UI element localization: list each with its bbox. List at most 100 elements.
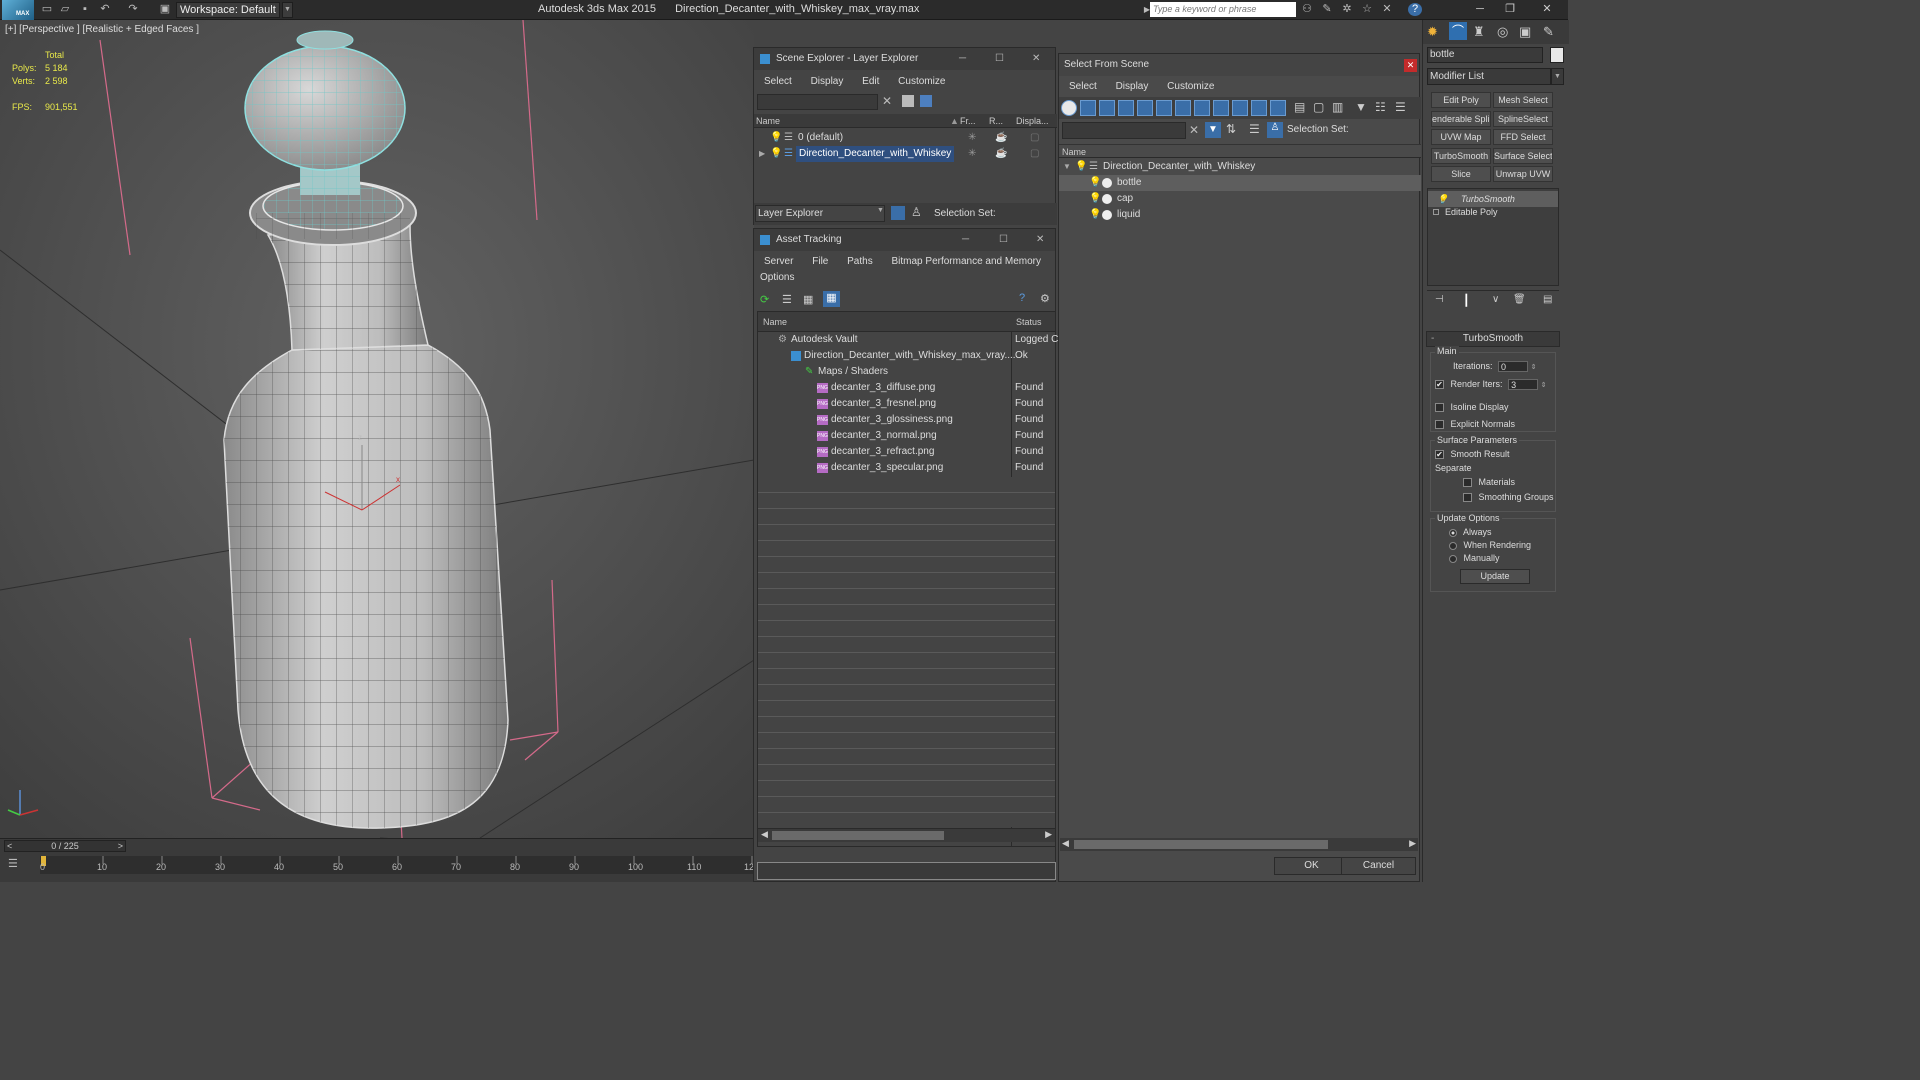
iterations-spinner[interactable]: 0: [1498, 361, 1529, 373]
spinner-arrows-icon[interactable]: ⇕: [1541, 382, 1547, 389]
lightbulb-icon[interactable]: 💡: [770, 130, 782, 146]
column-name[interactable]: Name: [756, 114, 780, 128]
always-radio[interactable]: [1449, 528, 1457, 537]
close-button[interactable]: ✕: [1036, 229, 1044, 251]
hidden-filter-icon[interactable]: [1270, 100, 1286, 116]
menu-paths[interactable]: Paths: [847, 256, 873, 267]
close-button[interactable]: ✕: [1404, 59, 1417, 72]
menu-customize[interactable]: Customize: [898, 76, 945, 87]
layer-mode-icon[interactable]: [891, 206, 905, 220]
column-display[interactable]: Displa...: [1016, 114, 1049, 128]
viewport-label[interactable]: [+] [Perspective ] [Realistic + Edged Fa…: [5, 24, 199, 35]
layer-row[interactable]: 💡 ☰ 0 (default) ✳ ☕ ▢: [754, 130, 1057, 146]
restore-button[interactable]: ❐: [1500, 2, 1520, 18]
stack-item[interactable]: Editable Poly: [1428, 204, 1558, 220]
maximize-button[interactable]: ☐: [999, 229, 1008, 251]
hierarchy-mode-icon[interactable]: ♙: [1267, 122, 1283, 138]
materials-row[interactable]: Materials: [1463, 477, 1515, 488]
turbosmooth-button[interactable]: TurboSmooth: [1431, 148, 1491, 164]
surface-select-button[interactable]: Surface Select: [1493, 148, 1553, 164]
edit-poly-button[interactable]: Edit Poly: [1431, 92, 1491, 108]
spacewarps-filter-icon[interactable]: [1156, 100, 1172, 116]
show-end-result-icon[interactable]: ┃: [1463, 294, 1470, 307]
isoline-checkbox[interactable]: [1435, 403, 1444, 413]
scroll-right-icon[interactable]: ▶: [1409, 838, 1416, 849]
column-render[interactable]: R...: [989, 114, 1003, 128]
display-all-icon[interactable]: ▤: [1294, 100, 1305, 114]
smooth-result-checkbox[interactable]: ✔: [1435, 450, 1444, 460]
explicit-normals-checkbox[interactable]: [1435, 420, 1444, 430]
geometry-filter-icon[interactable]: [1061, 100, 1077, 116]
helpers-filter-icon[interactable]: [1137, 100, 1153, 116]
display-box-icon[interactable]: ▢: [1030, 130, 1039, 146]
display-tab-icon[interactable]: ▣: [1519, 24, 1531, 40]
minimize-button[interactable]: ─: [962, 229, 969, 251]
thumbnail-view-icon[interactable]: ▦: [803, 293, 815, 306]
render-teapot-icon[interactable]: ☕: [995, 146, 1007, 162]
display-box-icon[interactable]: ▢: [1030, 146, 1039, 162]
turbosmooth-rollout-header[interactable]: - TurboSmooth: [1426, 331, 1560, 347]
menu-select[interactable]: Select: [1069, 81, 1097, 92]
invert-display-icon[interactable]: ▥: [1332, 100, 1343, 114]
manually-radio[interactable]: [1449, 554, 1457, 563]
clear-search-icon[interactable]: ✕: [1189, 123, 1199, 137]
create-tab-icon[interactable]: ✹: [1427, 24, 1438, 40]
scroll-right-icon[interactable]: ▶: [1045, 829, 1052, 840]
column-frozen[interactable]: Fr...: [960, 114, 976, 128]
tree-row-layer[interactable]: ▼ 💡 ☰ Direction_Decanter_with_Whiskey: [1059, 159, 1421, 175]
spinner-arrows-icon[interactable]: ⇕: [1531, 364, 1537, 371]
ok-button[interactable]: OK: [1274, 857, 1349, 875]
clear-search-icon[interactable]: ✕: [882, 94, 892, 108]
lightbulb-icon[interactable]: 💡: [1089, 191, 1101, 207]
tree-row-object[interactable]: 💡 liquid: [1059, 207, 1421, 223]
smoothing-groups-row[interactable]: Smoothing Groups: [1463, 492, 1554, 503]
mesh-select-button[interactable]: Mesh Select: [1493, 92, 1553, 108]
lights-filter-icon[interactable]: [1099, 100, 1115, 116]
smooth-result-row[interactable]: ✔ Smooth Result: [1435, 449, 1510, 460]
time-slider[interactable]: < 0 / 225 >: [4, 840, 126, 852]
minimize-button[interactable]: ─: [1470, 2, 1490, 18]
manually-row[interactable]: Manually: [1449, 553, 1500, 563]
table-view-icon[interactable]: ▦: [823, 291, 840, 307]
lightbulb-icon[interactable]: 💡: [1089, 175, 1101, 191]
smoothing-groups-checkbox[interactable]: [1463, 493, 1472, 503]
settings-icon[interactable]: ⚙: [1040, 292, 1052, 305]
lightbulb-icon[interactable]: 💡: [1089, 207, 1101, 223]
column-status[interactable]: Status: [1016, 312, 1042, 332]
column-name[interactable]: Name: [1062, 145, 1086, 159]
always-row[interactable]: Always: [1449, 527, 1492, 537]
motion-tab-icon[interactable]: ◎: [1497, 24, 1508, 40]
bones-filter-icon[interactable]: [1213, 100, 1229, 116]
layer-search-field[interactable]: [757, 94, 878, 110]
slice-button[interactable]: Slice: [1431, 166, 1491, 182]
render-teapot-icon[interactable]: ☕: [995, 130, 1007, 146]
subscription-icon[interactable]: ✲: [1340, 3, 1354, 16]
chevron-down-icon[interactable]: ▼: [877, 207, 884, 214]
tree-horizontal-scrollbar[interactable]: ◀ ▶: [1060, 838, 1418, 851]
menu-display[interactable]: Display: [1116, 81, 1149, 92]
name-search-field[interactable]: [1062, 122, 1186, 139]
collapse-arrow-icon[interactable]: ▼: [1063, 159, 1071, 175]
open-file-icon[interactable]: ▱: [58, 3, 72, 16]
display-none-icon[interactable]: ▢: [1313, 100, 1324, 114]
menu-options[interactable]: Options: [760, 272, 794, 283]
cameras-filter-icon[interactable]: [1118, 100, 1134, 116]
asset-path-field[interactable]: [757, 862, 1056, 880]
asset-row[interactable]: PNG decanter_3_specular.png Found: [758, 460, 1055, 476]
funnel-icon[interactable]: ▼: [1355, 100, 1367, 114]
explicit-normals-row[interactable]: Explicit Normals: [1435, 419, 1515, 430]
tree-row-object[interactable]: 💡 bottle: [1059, 175, 1421, 191]
asset-row[interactable]: PNG decanter_3_glossiness.png Found: [758, 412, 1055, 428]
render-iters-spinner[interactable]: 3: [1508, 379, 1539, 391]
hierarchy-icon[interactable]: ☷: [1375, 100, 1386, 114]
spline-select-button[interactable]: SplineSelect: [1493, 111, 1553, 127]
menu-server[interactable]: Server: [764, 256, 793, 267]
redo-icon[interactable]: ↷: [126, 3, 140, 16]
ffd-select-button[interactable]: FFD Select: [1493, 129, 1553, 145]
scroll-left-icon[interactable]: ◀: [761, 829, 768, 840]
update-button[interactable]: Update: [1460, 569, 1530, 584]
horizontal-scrollbar[interactable]: ◀ ▶: [758, 828, 1055, 842]
utilities-tab-icon[interactable]: ✎: [1543, 24, 1554, 40]
groups-filter-icon[interactable]: [1175, 100, 1191, 116]
list-view-icon[interactable]: ☰: [782, 293, 794, 306]
